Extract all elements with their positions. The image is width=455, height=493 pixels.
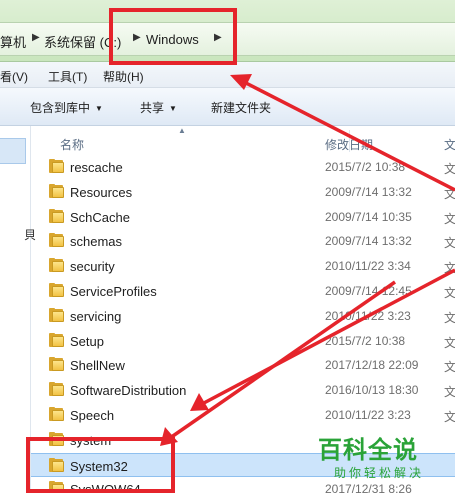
file-name: servicing — [70, 308, 122, 324]
file-row[interactable]: SoftwareDistribution 2016/10/13 18:30 文 — [31, 378, 455, 402]
highlight-box-windows — [109, 8, 237, 65]
command-bar: 包含到库中 ▼ 共享 ▼ 新建文件夹 — [0, 88, 455, 126]
file-type: 文 — [444, 261, 455, 276]
file-name: security — [70, 259, 115, 275]
file-row[interactable]: rescache 2015/7/2 10:38 文 — [31, 155, 455, 179]
watermark-subtitle: 助你轻松解决 — [334, 466, 425, 480]
breadcrumb-separator-icon[interactable]: ▶ — [32, 32, 40, 43]
file-type: 文 — [444, 211, 455, 226]
file-type: 文 — [444, 410, 455, 424]
folder-icon — [49, 283, 65, 297]
file-type: 文 — [444, 286, 455, 300]
folder-icon — [49, 183, 65, 198]
folder-icon — [49, 159, 65, 173]
share-label: 共享 — [140, 101, 165, 115]
file-modified-date: 2009/7/14 12:45 — [325, 284, 412, 298]
file-type: 文 — [444, 385, 455, 400]
breadcrumb-computer[interactable]: 算机 — [0, 32, 26, 51]
watermark-title: 百科全说 — [318, 437, 418, 464]
menu-view[interactable]: 看(V) — [0, 68, 28, 85]
column-header-type[interactable]: 文 — [444, 136, 455, 153]
file-modified-date: 2009/7/14 13:32 — [325, 184, 412, 199]
triangle-down-icon: ▼ — [169, 104, 177, 113]
file-row[interactable]: schemas 2009/7/14 13:32 文 — [31, 229, 455, 253]
share-button[interactable]: 共享 ▼ — [140, 99, 177, 116]
file-type: 文 — [444, 236, 455, 251]
file-row[interactable]: Speech 2010/11/22 3:23 文 — [31, 403, 455, 427]
file-modified-date: 2009/7/14 13:32 — [325, 234, 412, 249]
file-type: 文 — [444, 335, 455, 350]
file-modified-date: 2015/7/2 10:38 — [325, 333, 406, 348]
file-modified-date: 2010/11/22 3:34 — [325, 259, 411, 274]
file-name: schemas — [70, 234, 123, 250]
menu-bar: 看(V) 工具(T) 帮助(H) — [0, 62, 455, 88]
file-name: Speech — [70, 408, 115, 423]
column-headers: ▲ 名称 修改日期 文 — [31, 126, 455, 152]
folder-icon — [49, 407, 65, 421]
menu-tools[interactable]: 工具(T) — [48, 68, 87, 85]
file-type: 文 — [444, 186, 455, 201]
new-folder-button[interactable]: 新建文件夹 — [211, 99, 271, 116]
column-header-date[interactable]: 修改日期 — [325, 136, 373, 153]
file-name: Resources — [70, 184, 133, 200]
file-name: SoftwareDistribution — [70, 383, 187, 399]
triangle-down-icon: ▼ — [95, 104, 103, 113]
file-type: 文 — [444, 310, 455, 325]
folder-icon — [49, 208, 65, 223]
file-name: Setup — [70, 333, 104, 349]
file-name: ShellNew — [70, 358, 125, 374]
menu-help[interactable]: 帮助(H) — [103, 68, 144, 85]
sort-ascending-icon: ▲ — [178, 126, 186, 135]
folder-icon — [49, 332, 65, 347]
folder-icon — [49, 382, 65, 397]
file-modified-date: 2010/11/22 3:23 — [325, 308, 411, 323]
folder-icon — [49, 258, 65, 273]
file-modified-date: 2017/12/18 22:09 — [325, 358, 419, 373]
nav-selected-item[interactable] — [0, 138, 26, 164]
file-modified-date: 2015/7/2 10:38 — [325, 160, 406, 174]
include-in-library-button[interactable]: 包含到库中 ▼ — [30, 99, 103, 116]
file-row[interactable]: SchCache 2009/7/14 10:35 文 — [31, 205, 455, 229]
folder-icon — [49, 357, 65, 372]
folder-icon — [49, 233, 65, 248]
highlight-box-system32 — [26, 437, 175, 493]
file-row[interactable]: servicing 2010/11/22 3:23 文 — [31, 304, 455, 328]
file-name: ServiceProfiles — [70, 284, 157, 299]
file-row[interactable]: ServiceProfiles 2009/7/14 12:45 文 — [31, 279, 455, 303]
include-in-library-label: 包含到库中 — [30, 101, 91, 115]
file-type: 文 — [444, 360, 455, 375]
file-modified-date: 2009/7/14 10:35 — [325, 209, 412, 224]
file-row[interactable]: Resources 2009/7/14 13:32 文 — [31, 180, 455, 204]
folder-icon — [49, 307, 65, 322]
file-modified-date: 2010/11/22 3:23 — [325, 408, 411, 422]
file-type: 文 — [444, 162, 455, 176]
file-name: rescache — [70, 160, 123, 175]
file-name: SchCache — [70, 209, 130, 225]
file-row[interactable]: Setup 2015/7/2 10:38 文 — [31, 329, 455, 353]
column-header-name[interactable]: 名称 — [60, 136, 84, 153]
watermark-logo: 百科全说 助你轻松解决 — [308, 430, 453, 490]
file-row[interactable]: ShellNew 2017/12/18 22:09 文 — [31, 353, 455, 377]
file-row[interactable]: security 2010/11/22 3:34 文 — [31, 254, 455, 278]
explorer-window: 算机 ▶ 系统保留 (C:) ▶ Windows ▶ 看(V) 工具(T) 帮助… — [0, 0, 455, 493]
file-modified-date: 2016/10/13 18:30 — [325, 383, 419, 398]
